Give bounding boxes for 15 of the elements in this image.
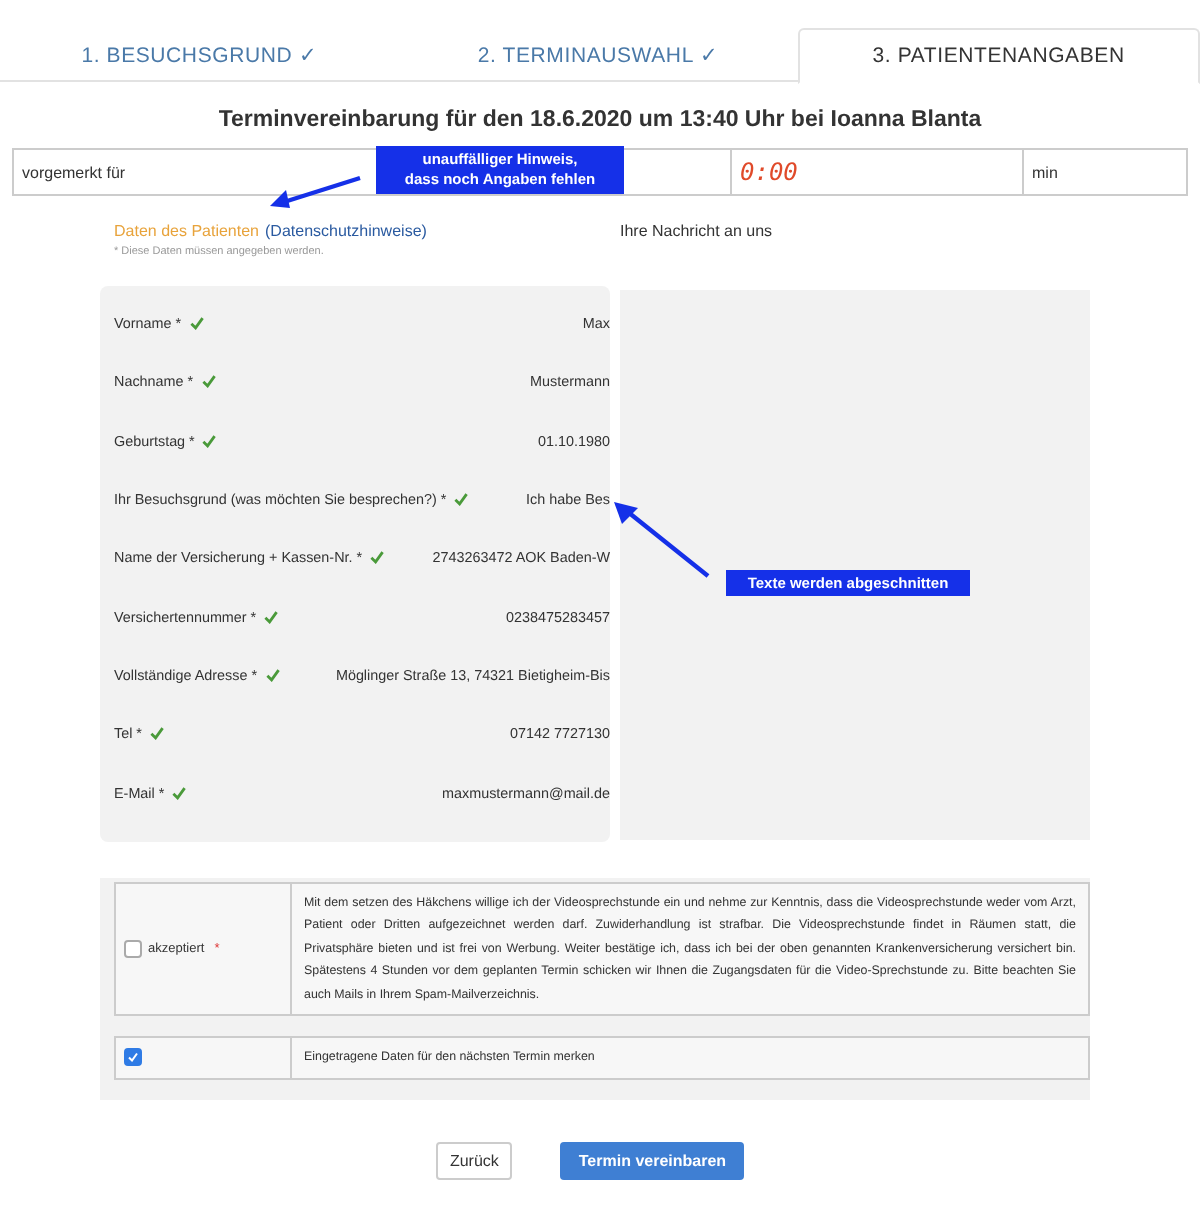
countdown-timer: 0:00 [730, 150, 1022, 194]
minutes-unit: min [1022, 150, 1190, 194]
message-area[interactable] [620, 290, 1090, 840]
appointment-title: Terminvereinbarung für den 18.6.2020 um 13:40 Uhr bei Ioanna Blanta [216, 108, 984, 132]
checkbox[interactable] [124, 1048, 142, 1067]
annotation-arrow [268, 174, 364, 210]
message-heading: Ihre Nachricht an uns [620, 222, 775, 244]
annotation-arrow [612, 500, 712, 580]
checkbox[interactable] [124, 939, 142, 958]
step-tab[interactable]: 3. PATIENTENANGABEN [797, 28, 1200, 84]
reserved-label: vorgemerkt für [22, 163, 126, 181]
patient-heading: Daten des Patienten [114, 222, 259, 244]
submit-button[interactable]: Termin vereinbaren [560, 1141, 745, 1180]
back-button[interactable]: Zurück [435, 1141, 513, 1180]
privacy-link[interactable]: (Datenschutzhinweise) [265, 222, 427, 244]
